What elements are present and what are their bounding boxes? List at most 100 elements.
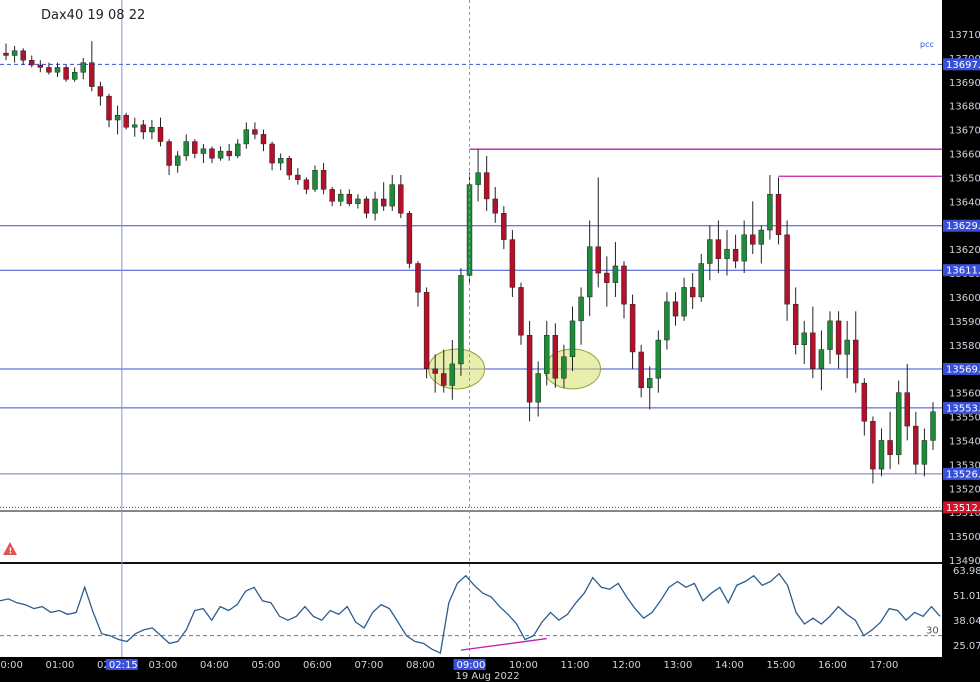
pcc-label: pcc	[920, 40, 934, 49]
candle-body-6	[54, 67, 61, 73]
y-tick-label-9: 13620.0	[949, 245, 980, 256]
candle-body-13	[114, 115, 121, 121]
candle-body-76	[655, 339, 662, 379]
indicator-y-tick-3: 25.07	[953, 641, 980, 652]
candle-body-44	[380, 198, 387, 207]
x-tick-label-12: 12:00	[612, 660, 641, 671]
candle-body-68	[586, 246, 593, 298]
cursor-time2-tag: 09:00	[457, 660, 486, 671]
candle-body-51	[441, 373, 447, 386]
y-tick-label-19: 13520.0	[949, 484, 980, 495]
candle-body-4	[37, 64, 44, 68]
candle-body-72	[621, 265, 627, 305]
candle-body-100	[861, 382, 868, 422]
candle-body-8	[71, 72, 78, 80]
candle-body-55	[475, 172, 481, 185]
candle-body-84	[724, 248, 730, 259]
candle-body-42	[363, 198, 370, 214]
candle-body-106	[913, 425, 919, 465]
candle-body-57	[492, 198, 498, 214]
candle-body-85	[732, 248, 739, 262]
y-tick-label-2: 13690.0	[949, 78, 980, 89]
candle-body-41	[355, 198, 361, 204]
candle-body-14	[123, 115, 129, 128]
candle-body-27	[235, 143, 241, 157]
candle-body-69	[595, 246, 601, 274]
candle-body-53	[458, 275, 464, 365]
candle-body-5	[46, 67, 52, 73]
x-tick-label-1: 01:00	[46, 660, 75, 671]
candle-body-96	[827, 320, 833, 350]
candle-body-3	[29, 60, 35, 66]
candle-body-99	[853, 339, 859, 384]
cursor-time-tag: 02:15	[109, 660, 138, 671]
candle-body-23	[200, 148, 207, 154]
y-tick-label-3: 13680.0	[949, 102, 980, 113]
candle-body-28	[243, 129, 250, 145]
candle-body-65	[561, 356, 567, 379]
x-tick-label-3: 03:00	[149, 660, 178, 671]
x-tick-label-13: 13:00	[664, 660, 693, 671]
candle-body-87	[750, 234, 756, 245]
candle-body-66	[569, 320, 576, 357]
candle-body-33	[286, 158, 292, 176]
y-tick-label-5: 13660.0	[949, 150, 980, 161]
candle-body-26	[226, 150, 232, 157]
y-tick-label-17: 13540.0	[949, 436, 980, 447]
candle-body-95	[818, 349, 825, 369]
candle-body-47	[406, 213, 413, 264]
candle-body-7	[63, 67, 69, 80]
y-tick-label-15: 13560.0	[949, 389, 980, 400]
candle-body-64	[552, 335, 559, 379]
candle-body-29	[252, 129, 258, 135]
candle-body-11	[97, 86, 104, 97]
candle-body-67	[578, 296, 584, 322]
candle-body-108	[930, 411, 936, 441]
candle-body-48	[415, 263, 421, 293]
candle-body-25	[217, 150, 224, 159]
x-tick-label-6: 06:00	[303, 660, 332, 671]
candle-body-94	[810, 332, 816, 369]
candle-body-19	[166, 141, 172, 166]
chart-canvas: 30 13710.013700.013690.013680.013670.013…	[0, 0, 980, 682]
candle-body-34	[295, 174, 301, 181]
price-tag-label-1: 13629.8	[946, 221, 980, 232]
candle-body-9	[80, 62, 86, 73]
x-tick-label-8: 08:00	[406, 660, 435, 671]
candle-body-86	[741, 234, 747, 262]
indicator-y-tick-1: 51.01	[953, 591, 980, 602]
x-tick-label-0: 00:00	[0, 660, 23, 671]
candle-body-97	[835, 320, 842, 355]
y-tick-label-4: 13670.0	[949, 126, 980, 137]
candle-body-78	[672, 301, 679, 317]
candle-body-103	[887, 440, 893, 455]
candle-body-0	[3, 52, 9, 56]
candle-body-101	[870, 421, 876, 470]
candle-body-36	[312, 170, 318, 190]
x-date-label: 19 Aug 2022	[456, 671, 520, 682]
candle-body-98	[844, 339, 850, 355]
svg-text:!: !	[9, 547, 13, 556]
candle-body-43	[372, 198, 378, 214]
candle-body-92	[792, 303, 799, 346]
x-tick-label-10: 10:00	[509, 660, 538, 671]
candle-body-104	[895, 392, 902, 455]
x-tick-label-16: 16:00	[818, 660, 847, 671]
candle-body-45	[389, 184, 395, 207]
candle-body-82	[707, 239, 713, 264]
candle-body-81	[698, 263, 704, 298]
price-tag-label-2: 13611.2	[946, 266, 980, 277]
x-tick-label-11: 11:00	[561, 660, 590, 671]
candle-body-16	[140, 124, 147, 133]
candle-body-63	[544, 335, 550, 374]
price-tag-label-0: 13697.3	[946, 60, 980, 71]
candle-body-80	[689, 287, 696, 298]
y-tick-label-0: 13710.0	[949, 30, 980, 41]
x-tick-label-5: 05:00	[252, 660, 281, 671]
y-tick-label-11: 13600.0	[949, 293, 980, 304]
candle-body-40	[346, 193, 353, 204]
indicator-level-label: 30	[926, 626, 939, 637]
candle-body-77	[664, 301, 670, 341]
y-tick-label-7: 13640.0	[949, 197, 980, 208]
candle-body-31	[269, 143, 275, 164]
